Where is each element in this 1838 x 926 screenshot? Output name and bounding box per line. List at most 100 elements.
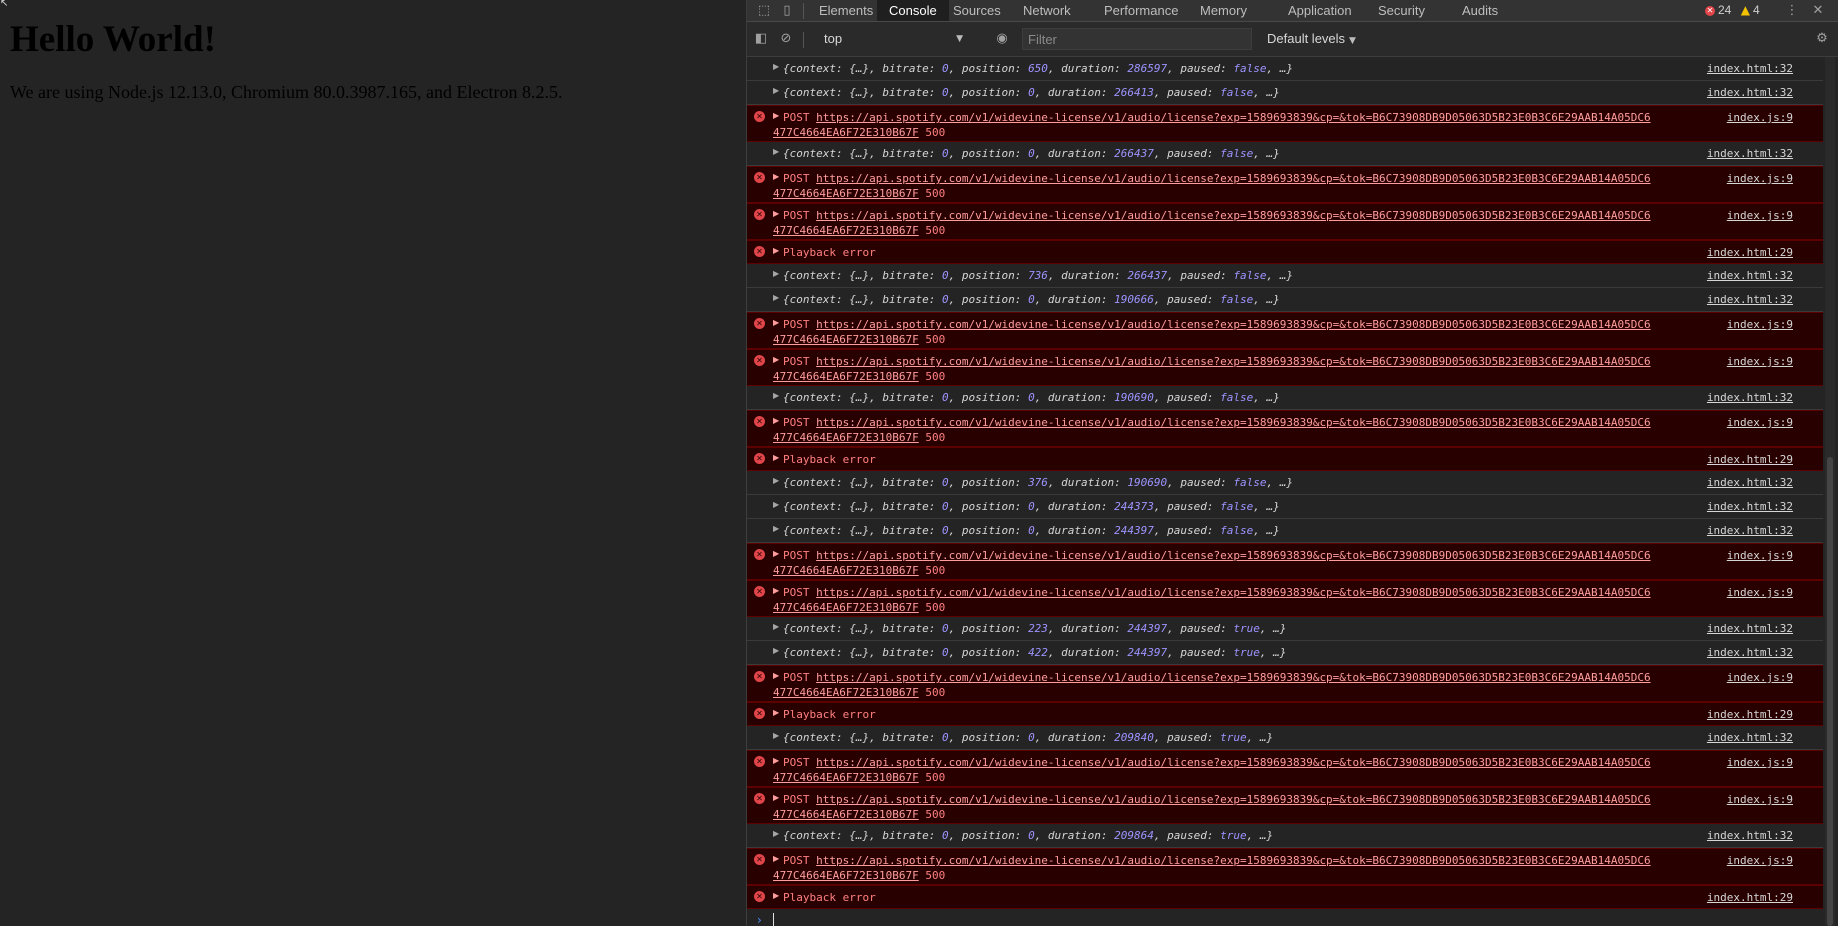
expand-triangle-icon[interactable]: ▶: [773, 793, 779, 802]
request-url-link-continued[interactable]: 477C4664EA6F72E310B67F: [773, 869, 919, 882]
expand-triangle-icon[interactable]: ▶: [773, 111, 779, 120]
source-link[interactable]: index.html:32: [1707, 500, 1793, 513]
console-prompt[interactable]: ›: [747, 909, 1823, 926]
request-url-link[interactable]: https://api.spotify.com/v1/widevine-lice…: [816, 355, 1650, 368]
request-url-link[interactable]: https://api.spotify.com/v1/widevine-lice…: [816, 586, 1650, 599]
request-url-link-continued[interactable]: 477C4664EA6F72E310B67F: [773, 601, 919, 614]
expand-triangle-icon[interactable]: ▶: [773, 622, 779, 631]
source-link[interactable]: index.js:9: [1727, 172, 1793, 185]
scrollbar-thumb[interactable]: [1827, 457, 1833, 926]
tab-network[interactable]: Network: [1011, 0, 1083, 21]
error-warning-counter[interactable]: ✕ 24 ▲ 4: [1705, 0, 1760, 21]
expand-triangle-icon[interactable]: ▶: [773, 549, 779, 558]
request-url-link-continued[interactable]: 477C4664EA6F72E310B67F: [773, 564, 919, 577]
expand-triangle-icon[interactable]: ▶: [773, 500, 779, 509]
expand-triangle-icon[interactable]: ▶: [773, 147, 779, 156]
expand-triangle-icon[interactable]: ▶: [773, 269, 779, 278]
request-url-link-continued[interactable]: 477C4664EA6F72E310B67F: [773, 370, 919, 383]
request-url-link-continued[interactable]: 477C4664EA6F72E310B67F: [773, 333, 919, 346]
tab-performance[interactable]: Performance: [1092, 0, 1190, 21]
source-link[interactable]: index.js:9: [1727, 586, 1793, 599]
tab-memory[interactable]: Memory: [1188, 0, 1259, 21]
source-link[interactable]: index.html:32: [1707, 269, 1793, 282]
expand-triangle-icon[interactable]: ▶: [773, 391, 779, 400]
console-scrollbar[interactable]: [1825, 57, 1835, 926]
device-toolbar-icon[interactable]: ▯: [778, 2, 796, 20]
source-link[interactable]: index.html:32: [1707, 731, 1793, 744]
expand-triangle-icon[interactable]: ▶: [773, 586, 779, 595]
sidebar-toggle-icon[interactable]: ◧: [752, 30, 770, 48]
tab-console[interactable]: Console: [877, 0, 949, 21]
request-url-link-continued[interactable]: 477C4664EA6F72E310B67F: [773, 187, 919, 200]
expand-triangle-icon[interactable]: ▶: [773, 756, 779, 765]
source-link[interactable]: index.js:9: [1727, 854, 1793, 867]
expand-triangle-icon[interactable]: ▶: [773, 524, 779, 533]
source-link[interactable]: index.js:9: [1727, 756, 1793, 769]
request-url-link[interactable]: https://api.spotify.com/v1/widevine-lice…: [816, 671, 1650, 684]
request-url-link[interactable]: https://api.spotify.com/v1/widevine-lice…: [816, 549, 1650, 562]
source-link[interactable]: index.html:32: [1707, 86, 1793, 99]
tab-security[interactable]: Security: [1366, 0, 1437, 21]
expand-triangle-icon[interactable]: ▶: [773, 86, 779, 95]
request-url-link-continued[interactable]: 477C4664EA6F72E310B67F: [773, 431, 919, 444]
expand-triangle-icon[interactable]: ▶: [773, 829, 779, 838]
expand-triangle-icon[interactable]: ▶: [773, 708, 779, 717]
source-link[interactable]: index.html:32: [1707, 476, 1793, 489]
source-link[interactable]: index.html:32: [1707, 391, 1793, 404]
source-link[interactable]: index.js:9: [1727, 318, 1793, 331]
context-selector[interactable]: top ▼: [820, 29, 965, 49]
expand-triangle-icon[interactable]: ▶: [773, 891, 779, 900]
expand-triangle-icon[interactable]: ▶: [773, 172, 779, 181]
source-link[interactable]: index.html:32: [1707, 622, 1793, 635]
log-levels-dropdown[interactable]: Default levels ▼: [1267, 29, 1356, 51]
expand-triangle-icon[interactable]: ▶: [773, 416, 779, 425]
expand-triangle-icon[interactable]: ▶: [773, 62, 779, 71]
request-url-link[interactable]: https://api.spotify.com/v1/widevine-lice…: [816, 111, 1650, 124]
source-link[interactable]: index.html:32: [1707, 646, 1793, 659]
more-options-icon[interactable]: ⋮: [1783, 2, 1801, 20]
source-link[interactable]: index.js:9: [1727, 111, 1793, 124]
tab-sources[interactable]: Sources: [941, 0, 1013, 21]
source-link[interactable]: index.js:9: [1727, 793, 1793, 806]
expand-triangle-icon[interactable]: ▶: [773, 293, 779, 302]
tab-audits[interactable]: Audits: [1450, 0, 1510, 21]
expand-triangle-icon[interactable]: ▶: [773, 246, 779, 255]
source-link[interactable]: index.js:9: [1727, 209, 1793, 222]
inspect-element-icon[interactable]: ⬚: [755, 2, 773, 20]
live-expression-eye-icon[interactable]: ◉: [993, 30, 1011, 48]
close-devtools-icon[interactable]: ✕: [1809, 2, 1827, 20]
source-link[interactable]: index.html:32: [1707, 524, 1793, 537]
request-url-link-continued[interactable]: 477C4664EA6F72E310B67F: [773, 771, 919, 784]
request-url-link-continued[interactable]: 477C4664EA6F72E310B67F: [773, 808, 919, 821]
request-url-link-continued[interactable]: 477C4664EA6F72E310B67F: [773, 126, 919, 139]
console-settings-gear-icon[interactable]: ⚙: [1813, 30, 1831, 48]
source-link[interactable]: index.html:32: [1707, 62, 1793, 75]
request-url-link[interactable]: https://api.spotify.com/v1/widevine-lice…: [816, 172, 1650, 185]
expand-triangle-icon[interactable]: ▶: [773, 671, 779, 680]
source-link[interactable]: index.js:9: [1727, 671, 1793, 684]
expand-triangle-icon[interactable]: ▶: [773, 646, 779, 655]
source-link[interactable]: index.js:9: [1727, 416, 1793, 429]
request-url-link-continued[interactable]: 477C4664EA6F72E310B67F: [773, 224, 919, 237]
source-link[interactable]: index.html:29: [1707, 891, 1793, 904]
request-url-link[interactable]: https://api.spotify.com/v1/widevine-lice…: [816, 318, 1650, 331]
request-url-link[interactable]: https://api.spotify.com/v1/widevine-lice…: [816, 854, 1650, 867]
request-url-link[interactable]: https://api.spotify.com/v1/widevine-lice…: [816, 756, 1650, 769]
tab-application[interactable]: Application: [1276, 0, 1364, 21]
expand-triangle-icon[interactable]: ▶: [773, 318, 779, 327]
expand-triangle-icon[interactable]: ▶: [773, 854, 779, 863]
filter-input[interactable]: [1022, 28, 1252, 50]
expand-triangle-icon[interactable]: ▶: [773, 453, 779, 462]
request-url-link[interactable]: https://api.spotify.com/v1/widevine-lice…: [816, 209, 1650, 222]
expand-triangle-icon[interactable]: ▶: [773, 355, 779, 364]
source-link[interactable]: index.js:9: [1727, 549, 1793, 562]
source-link[interactable]: index.html:29: [1707, 708, 1793, 721]
expand-triangle-icon[interactable]: ▶: [773, 209, 779, 218]
source-link[interactable]: index.js:9: [1727, 355, 1793, 368]
source-link[interactable]: index.html:32: [1707, 829, 1793, 842]
clear-console-icon[interactable]: ⊘: [777, 30, 795, 48]
source-link[interactable]: index.html:29: [1707, 453, 1793, 466]
expand-triangle-icon[interactable]: ▶: [773, 476, 779, 485]
tab-elements[interactable]: Elements: [807, 0, 885, 21]
request-url-link-continued[interactable]: 477C4664EA6F72E310B67F: [773, 686, 919, 699]
